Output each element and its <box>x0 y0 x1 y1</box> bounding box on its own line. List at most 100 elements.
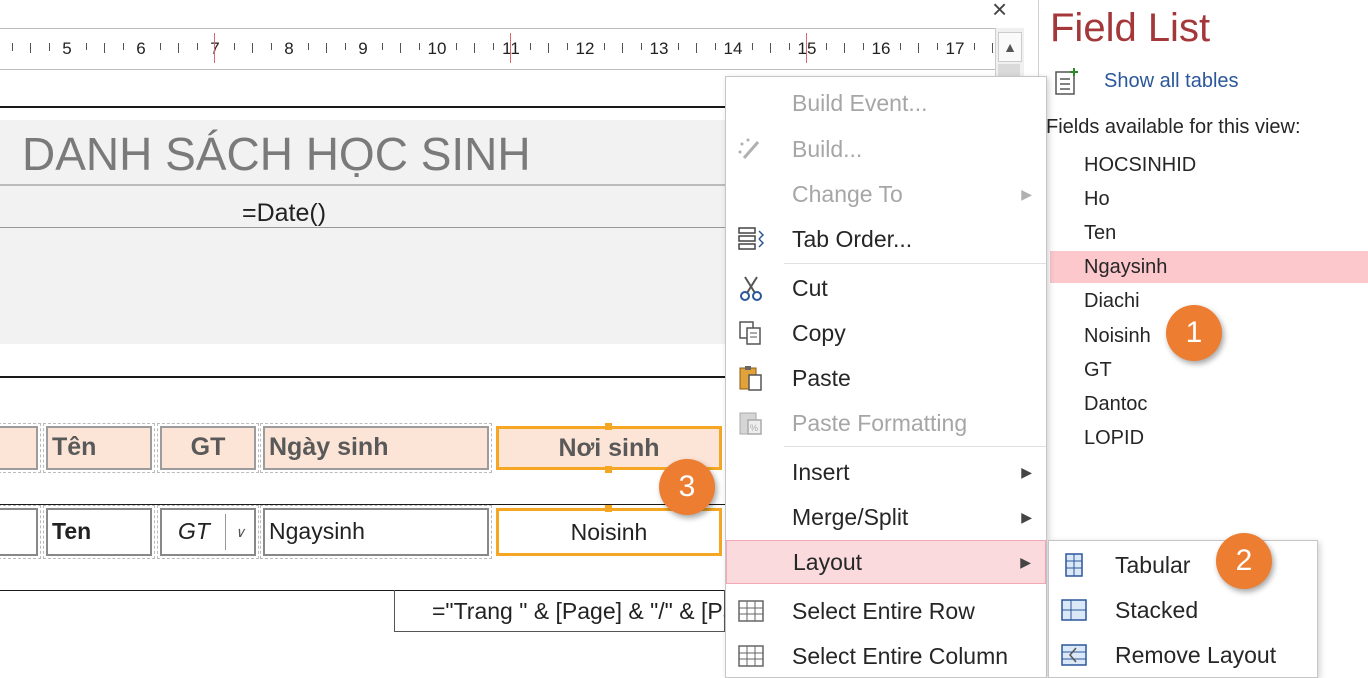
ruler-tick <box>455 43 457 50</box>
menu-item-tab-order[interactable]: Tab Order... <box>726 217 1046 261</box>
ruler-tick <box>233 43 235 50</box>
ruler-number: 9 <box>358 39 368 58</box>
close-icon[interactable]: × <box>992 0 1007 22</box>
ruler-tick <box>936 43 938 50</box>
field-item-ngaysinh[interactable]: Ngaysinh <box>1050 251 1368 283</box>
date-textbox[interactable]: =Date() <box>0 190 725 228</box>
header-cell-ten[interactable]: Tên <box>43 423 155 473</box>
submenu-item-tabular[interactable]: Tabular <box>1049 543 1317 587</box>
ruler-tick <box>529 43 531 50</box>
selection-handle[interactable] <box>605 466 612 473</box>
ruler-tick <box>159 43 161 50</box>
field-item-gt[interactable]: GT <box>1050 354 1368 386</box>
submenu-item-stacked[interactable]: Stacked <box>1049 588 1317 632</box>
detail-textbox-ten[interactable]: Ten <box>43 505 155 559</box>
submenu-item-remove-layout[interactable]: Remove Layout <box>1049 633 1317 677</box>
ruler-tick <box>548 43 549 53</box>
ruler-tick <box>603 43 605 50</box>
report-title-label[interactable]: DANH SÁCH HỌC SINH <box>0 122 725 186</box>
ruler-grid-marker <box>510 33 511 63</box>
selection-handle[interactable] <box>605 505 612 512</box>
ruler-number: 7 <box>210 39 220 58</box>
stacked-layout-icon <box>1059 596 1089 624</box>
detail-combobox-gt[interactable]: GT ∨ <box>157 505 259 559</box>
submenu-arrow-icon: ▶ <box>1021 463 1032 480</box>
ruler-tick <box>122 43 124 50</box>
header-cell-gt[interactable]: GT <box>157 423 259 473</box>
chevron-down-icon[interactable]: ∨ <box>225 514 254 550</box>
scroll-up-arrow-icon[interactable]: ▲ <box>998 32 1022 62</box>
field-item-hocsinhid[interactable]: HOCSINHID <box>1050 149 1368 181</box>
ruler-number: 13 <box>649 39 669 58</box>
ruler-tick <box>677 43 679 50</box>
ruler-tick <box>844 43 845 53</box>
field-item-lopid[interactable]: LOPID <box>1050 422 1368 454</box>
detail-textbox-ngaysinh[interactable]: Ngaysinh <box>260 505 492 559</box>
callout-badge-2: 2 <box>1216 533 1272 589</box>
copy-icon <box>736 319 766 347</box>
detail-textbox-noisinh[interactable]: Noisinh <box>496 508 722 556</box>
band-separator <box>0 504 725 505</box>
ruler-tick <box>252 43 253 53</box>
ruler-tick <box>400 43 401 53</box>
ruler-tick <box>714 43 716 50</box>
menu-item-paste-formatting[interactable]: % Paste Formatting <box>726 401 1046 445</box>
menu-item-select-entire-row[interactable]: Select Entire Row <box>726 589 1046 633</box>
menu-item-merge-split[interactable]: Merge/Split ▶ <box>726 495 1046 539</box>
context-menu: Build Event... Build... Change To ▶ Tab … <box>725 76 1047 678</box>
show-all-tables-link[interactable]: Show all tables <box>1104 70 1239 93</box>
ruler-tick <box>85 43 87 50</box>
callout-badge-3: 3 <box>659 459 715 515</box>
paste-icon <box>736 364 766 392</box>
ruler-tick <box>48 43 50 51</box>
ruler-number: 17 <box>945 39 965 58</box>
menu-item-layout[interactable]: Layout ▶ <box>726 540 1046 584</box>
paste-formatting-icon: % <box>736 409 766 437</box>
submenu-arrow-icon: ▶ <box>1020 553 1031 570</box>
page-number-textbox[interactable]: ="Trang " & [Page] & "/" & [Pages] <box>394 590 725 632</box>
ruler-tick <box>770 43 771 53</box>
remove-layout-icon <box>1059 641 1089 669</box>
menu-item-insert[interactable]: Insert ▶ <box>726 450 1046 494</box>
ruler-number: 12 <box>575 39 595 58</box>
band-separator <box>0 106 725 108</box>
ruler-number: 6 <box>136 39 146 58</box>
menu-item-build[interactable]: Build... <box>726 127 1046 171</box>
ruler-tick <box>381 43 383 50</box>
ruler-number: 16 <box>871 39 891 58</box>
detail-cell-partial[interactable] <box>0 505 41 559</box>
ruler-tick <box>825 43 827 50</box>
ruler-tick <box>178 43 179 53</box>
ruler-number: 8 <box>284 39 294 58</box>
selection-handle[interactable] <box>605 423 612 430</box>
field-item-dantoc[interactable]: Dantoc <box>1050 388 1368 420</box>
menu-item-change-to[interactable]: Change To ▶ <box>726 172 1046 216</box>
ruler-grid-marker <box>806 33 807 63</box>
submenu-arrow-icon: ▶ <box>1021 508 1032 525</box>
menu-item-build-event[interactable]: Build Event... <box>726 81 1046 125</box>
build-wand-icon <box>736 135 766 163</box>
ruler-tick <box>918 43 919 53</box>
ruler-tick <box>862 43 864 50</box>
ruler-tick <box>270 43 272 50</box>
header-cell-partial[interactable] <box>0 423 41 473</box>
field-item-ten[interactable]: Ten <box>1050 217 1368 249</box>
fields-available-label: Fields available for this view: <box>1046 116 1301 138</box>
show-tables-icon[interactable] <box>1052 66 1080 101</box>
menu-item-cut[interactable]: Cut <box>726 266 1046 310</box>
menu-item-select-entire-column[interactable]: Select Entire Column <box>726 634 1046 678</box>
tab-order-icon <box>736 225 766 253</box>
ruler-tick <box>344 43 346 50</box>
field-item-ho[interactable]: Ho <box>1050 183 1368 215</box>
ruler-tick <box>696 43 697 53</box>
select-column-icon <box>736 642 766 670</box>
ruler-tick <box>196 43 198 50</box>
select-row-icon <box>736 597 766 625</box>
header-cell-ngay-sinh[interactable]: Ngày sinh <box>260 423 492 473</box>
ruler-tick <box>474 43 475 53</box>
ruler-number: 11 <box>502 39 520 58</box>
horizontal-ruler: 5 6 7 8 9 10 11 12 13 14 15 16 17 <box>0 28 1012 70</box>
ruler-tick <box>992 43 993 53</box>
menu-item-copy[interactable]: Copy <box>726 311 1046 355</box>
menu-item-paste[interactable]: Paste <box>726 356 1046 400</box>
